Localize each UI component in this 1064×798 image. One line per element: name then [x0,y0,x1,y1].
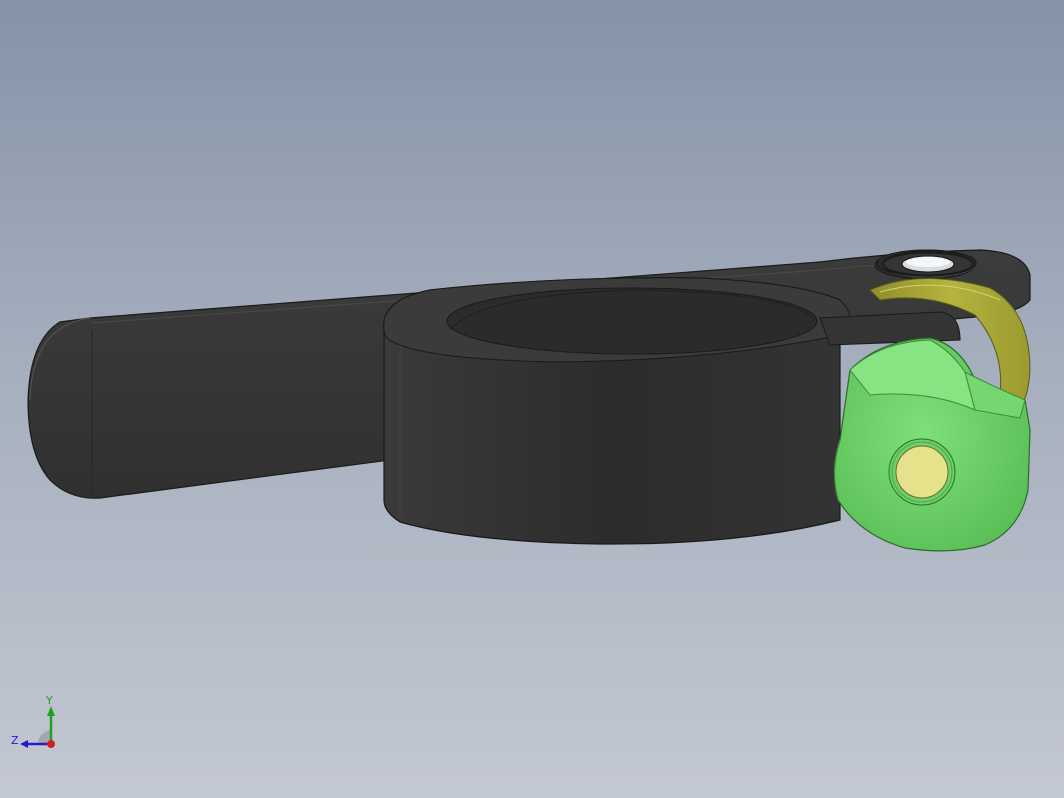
y-axis-label: Y [46,694,53,707]
cad-model[interactable] [0,0,1064,798]
z-axis-label: Z [11,734,19,747]
3d-viewport[interactable]: Y Z [0,0,1064,798]
orientation-triad[interactable]: Y Z [8,694,68,758]
triad-axes-icon [20,706,55,748]
